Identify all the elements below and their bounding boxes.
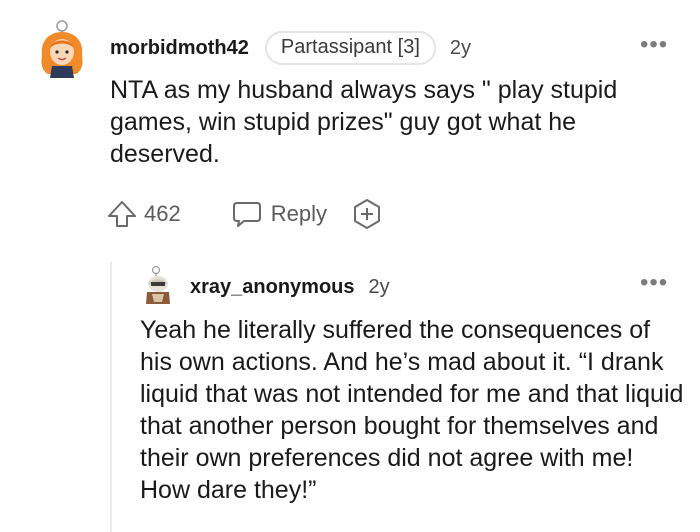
upvote-button[interactable]: 462	[106, 199, 181, 229]
reply-button[interactable]: Reply	[231, 199, 327, 229]
user-avatar[interactable]	[36, 20, 88, 80]
speech-bubble-icon	[231, 199, 263, 229]
reply-header: xray_anonymous 2y	[190, 272, 390, 302]
award-button[interactable]	[351, 198, 383, 230]
comment-actions: 462 Reply	[106, 194, 383, 234]
comment-body: NTA as my husband always says " play stu…	[110, 76, 618, 168]
comment-header: morbidmoth42 Partassipant [3] 2y	[110, 28, 471, 68]
thread-line[interactable]	[110, 262, 112, 532]
reply-username[interactable]: xray_anonymous	[190, 276, 355, 299]
award-plus-icon	[351, 198, 383, 230]
reply-label: Reply	[270, 201, 327, 226]
vote-count: 462	[144, 201, 181, 226]
reply-age: 2y	[368, 275, 390, 298]
reply-more-options-icon[interactable]: •••	[640, 271, 668, 295]
reply-user-avatar[interactable]	[142, 265, 174, 306]
more-options-icon[interactable]: •••	[640, 33, 668, 57]
user-flair: Partassipant [3]	[264, 31, 436, 65]
upvote-arrow-icon	[106, 199, 138, 229]
username[interactable]: morbidmoth42	[110, 37, 249, 60]
reply-body: Yeah he literally suffered the consequen…	[140, 316, 684, 504]
comment-age: 2y	[449, 36, 471, 59]
